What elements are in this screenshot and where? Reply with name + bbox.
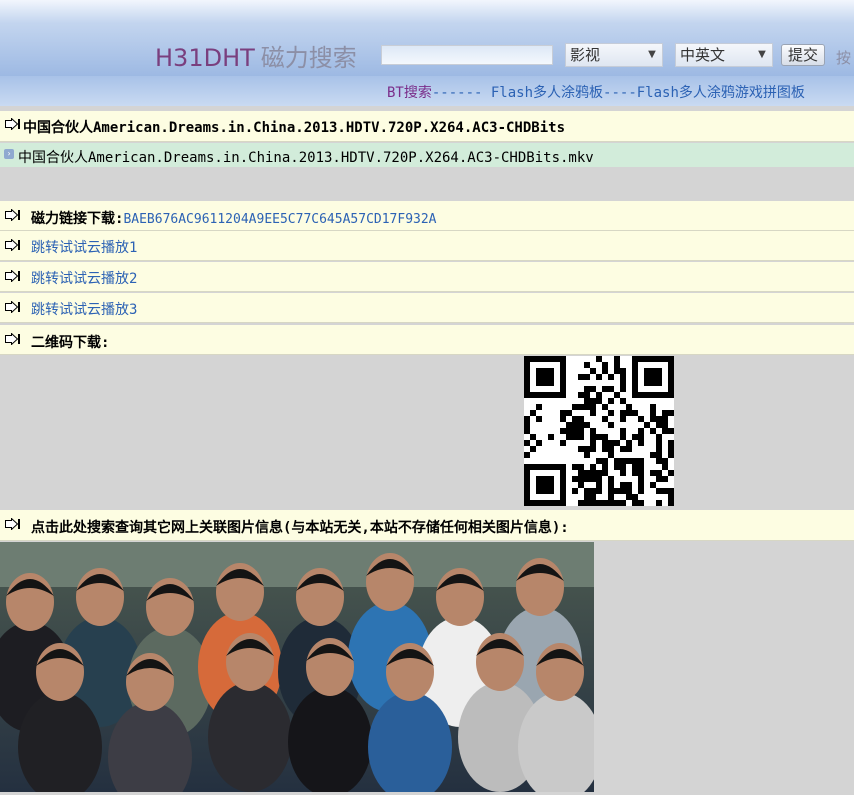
qr-code-image[interactable] [524,356,674,506]
nav-bt-search[interactable]: BT搜索 [387,85,432,101]
pointer-icon [5,301,20,313]
pointer-icon [5,209,20,221]
logo-text: H31DHT [155,44,255,72]
language-select-value: 中英文 [680,46,726,64]
submit-button[interactable]: 提交 [781,44,825,66]
category-select-value: 影视 [570,46,601,64]
site-logo[interactable]: H31DHT 磁力搜索 [155,38,357,73]
play-link-1[interactable]: 跳转试试云播放1 [31,237,137,257]
nav-links: BT搜索------ Flash多人涂鸦板----Flash多人涂鸦游戏拼图板 [387,82,805,102]
qr-label: 二维码下载: [31,335,110,351]
pointer-icon [5,333,20,345]
torrent-title-row: 中国合伙人American.Dreams.in.China.2013.HDTV.… [0,111,854,142]
file-name: 中国合伙人American.Dreams.in.China.2013.HDTV.… [18,150,594,166]
nav-separator: ------ [431,85,491,101]
language-select[interactable]: 中英文 ▼ [675,43,773,67]
chevron-down-icon: ▼ [648,49,656,60]
image-search-link[interactable]: 点击此处搜索查询其它网上关联图片信息(与本站无关,本站不存储任何相关图片信息): [31,517,569,537]
nav-separator: ---- [603,85,637,101]
magnet-row: 磁力链接下载:BAEB676AC9611204A9EE5C77C645A57CD… [0,201,854,231]
nav-link-flash-puzzle[interactable]: Flash多人涂鸦游戏拼图板 [637,85,805,101]
play-row-3: 跳转试试云播放3 [0,293,854,323]
play-link-3[interactable]: 跳转试试云播放3 [31,299,137,319]
qr-row: 二维码下载: [0,325,854,355]
search-input[interactable] [381,45,553,65]
category-select[interactable]: 影视 ▼ [565,43,663,67]
play-link-2[interactable]: 跳转试试云播放2 [31,268,137,288]
pointer-icon [5,239,20,251]
play-row-1: 跳转试试云播放1 [0,231,854,261]
play-row-2: 跳转试试云播放2 [0,262,854,292]
file-row: › 中国合伙人American.Dreams.in.China.2013.HDT… [0,143,854,167]
chevron-down-icon: ▼ [758,49,766,60]
magnet-label: 磁力链接下载: [31,211,124,227]
movie-still-image[interactable] [0,542,594,792]
pointer-icon [5,118,20,130]
header-trailing-text[interactable]: 按 [836,47,854,68]
logo-subtitle: 磁力搜索 [260,44,357,72]
pointer-icon [5,518,20,530]
magnet-hash-link[interactable]: BAEB676AC9611204A9EE5C77C645A57CD17F932A [123,212,436,227]
torrent-title: 中国合伙人American.Dreams.in.China.2013.HDTV.… [23,120,566,136]
file-arrow-icon: › [4,149,14,159]
pointer-icon [5,270,20,282]
magnet-line: 磁力链接下载:BAEB676AC9611204A9EE5C77C645A57CD… [31,208,437,228]
nav-link-flash-board[interactable]: Flash多人涂鸦板 [491,85,603,101]
image-search-row: 点击此处搜索查询其它网上关联图片信息(与本站无关,本站不存储任何相关图片信息): [0,510,854,541]
